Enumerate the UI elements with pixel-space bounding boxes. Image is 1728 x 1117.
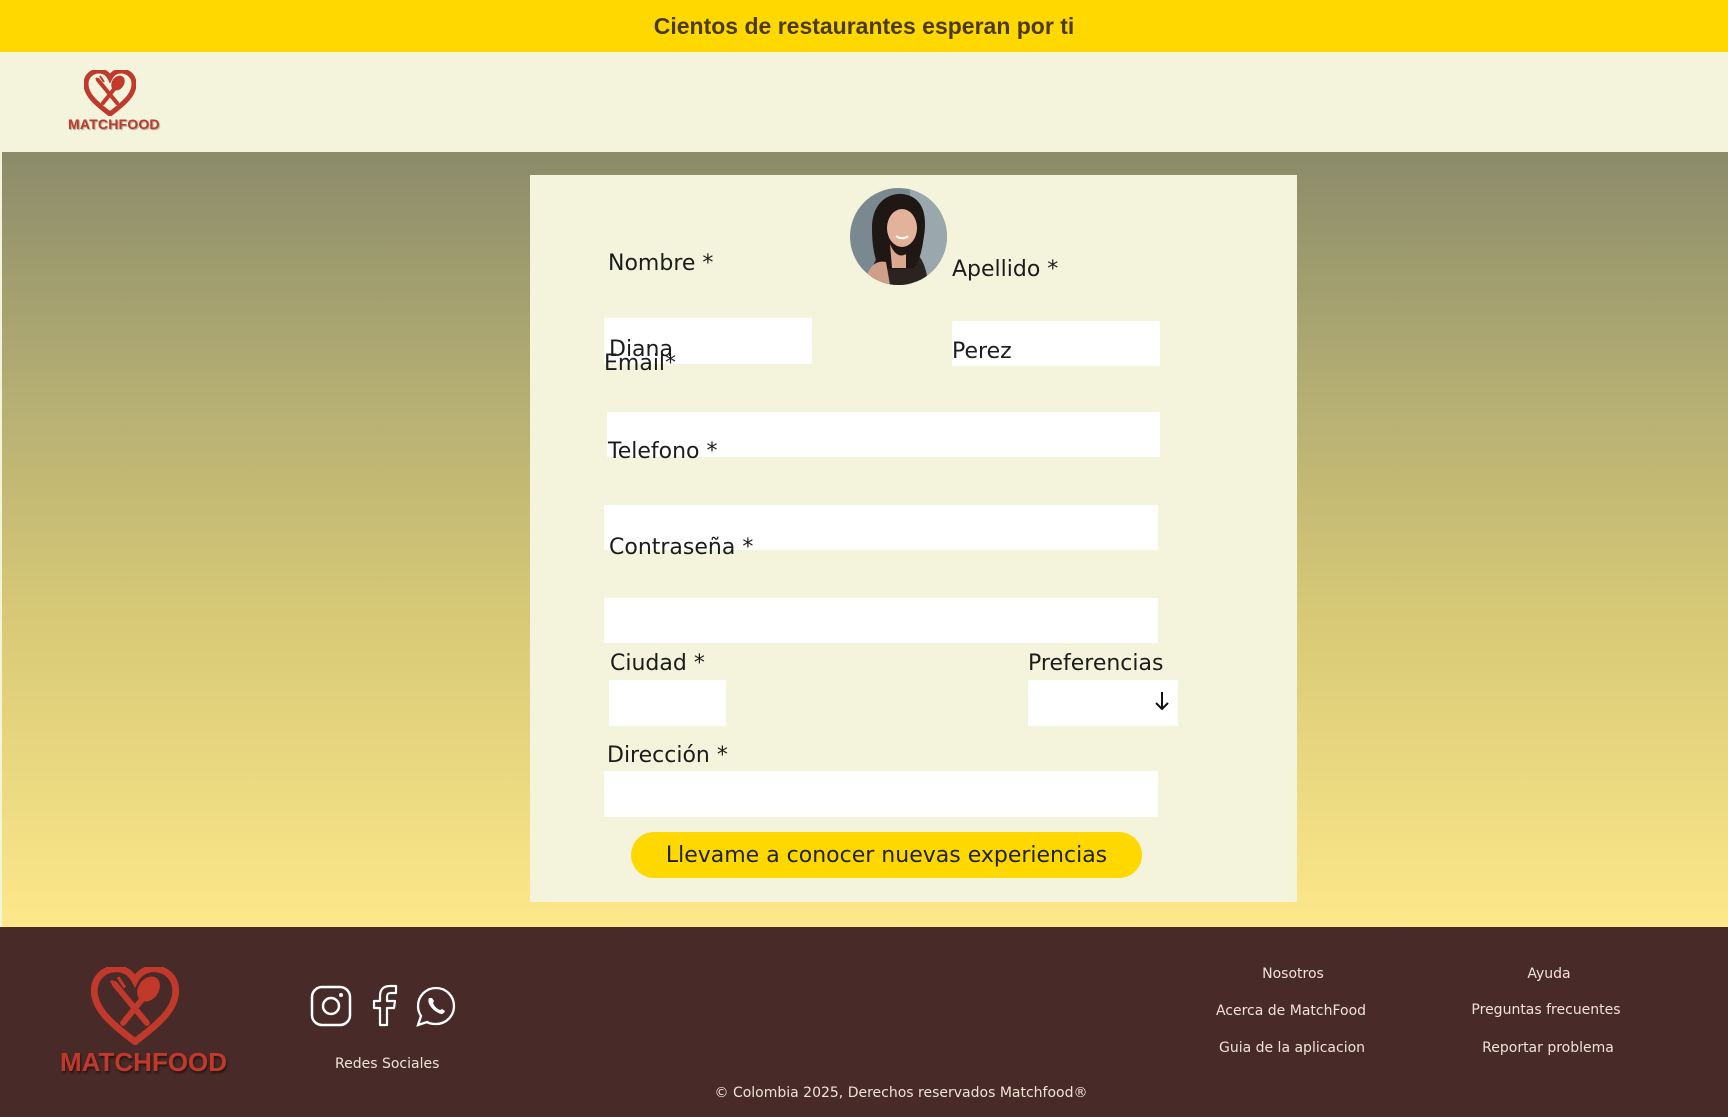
direccion-label: Dirección * (607, 743, 728, 768)
footer-link-acerca[interactable]: Acerca de MatchFood (1216, 1003, 1366, 1019)
whatsapp-icon[interactable] (415, 985, 457, 1027)
direccion-field[interactable] (604, 771, 1158, 817)
site-footer: MATCHFOOD Redes Sociales Nosotros Acerca… (0, 927, 1728, 1117)
instagram-icon[interactable] (310, 985, 352, 1027)
promo-banner: Cientos de restaurantes esperan por ti (0, 0, 1728, 52)
email-label: Email* (604, 351, 677, 376)
heart-logo-icon (90, 967, 180, 1045)
preferencias-label: Preferencias (1028, 651, 1164, 676)
ciudad-label: Ciudad * (610, 651, 705, 676)
logo-wordmark: MATCHFOOD (68, 116, 160, 132)
footer-link-preguntas[interactable]: Preguntas frecuentes (1471, 1002, 1620, 1018)
arrow-down-icon (1155, 692, 1169, 711)
ciudad-field[interactable] (609, 680, 726, 726)
footer-heading-nosotros: Nosotros (1262, 966, 1324, 982)
submit-button-label: Llevame a conocer nuevas experiencias (665, 842, 1108, 868)
social-label: Redes Sociales (335, 1056, 440, 1072)
footer-logo[interactable]: MATCHFOOD (60, 967, 228, 1082)
heart-logo-icon (84, 70, 136, 116)
registration-form: Nombre * Diana Apellido * Perez Email* T… (530, 175, 1297, 902)
footer-link-guia[interactable]: Guia de la aplicacion (1219, 1040, 1365, 1056)
copyright-text: © Colombia 2025, Derechos reservados Mat… (714, 1085, 1088, 1101)
nombre-label: Nombre * (608, 251, 714, 276)
preferencias-select[interactable] (1028, 680, 1178, 726)
apellido-label: Apellido * (952, 257, 1059, 282)
footer-link-reportar[interactable]: Reportar problema (1482, 1040, 1614, 1056)
password-field[interactable] (604, 598, 1158, 643)
site-header: MATCHFOOD (0, 52, 1728, 152)
telefono-label: Telefono * (608, 439, 718, 464)
footer-logo-wordmark: MATCHFOOD (60, 1047, 228, 1077)
submit-button[interactable]: Llevame a conocer nuevas experiencias (631, 832, 1142, 878)
facebook-icon[interactable] (371, 983, 401, 1027)
apellido-input[interactable]: Perez (952, 321, 1160, 366)
footer-heading-ayuda: Ayuda (1527, 966, 1571, 982)
profile-avatar[interactable] (850, 188, 947, 285)
contrasena-label: Contraseña * (609, 535, 754, 560)
promo-banner-text: Cientos de restaurantes esperan por ti (653, 12, 1075, 39)
profile-photo (850, 188, 947, 285)
matchfood-logo[interactable]: MATCHFOOD (68, 70, 160, 136)
